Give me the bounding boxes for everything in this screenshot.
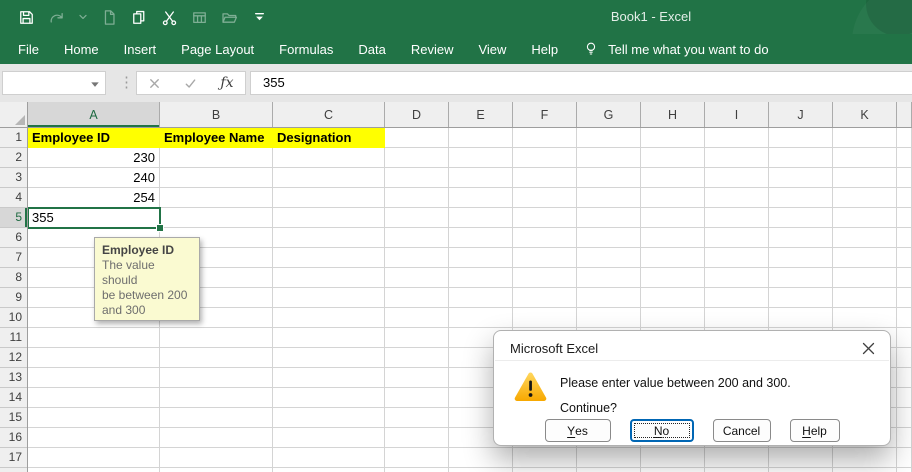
- tell-me-box[interactable]: Tell me what you want to do: [583, 41, 768, 57]
- redo-icon[interactable]: [48, 9, 65, 26]
- gridline: [896, 128, 897, 472]
- fill-handle[interactable]: [156, 224, 164, 232]
- tooltip-text: The value should be between 200 and 300: [102, 258, 192, 318]
- dialog-question: Continue?: [560, 401, 617, 415]
- row-header-13[interactable]: 13: [0, 368, 27, 388]
- row-header-9[interactable]: 9: [0, 288, 27, 308]
- column-header-I[interactable]: I: [705, 102, 769, 127]
- formula-input[interactable]: 355: [250, 71, 912, 95]
- tell-me-label: Tell me what you want to do: [608, 42, 768, 57]
- column-header-G[interactable]: G: [577, 102, 641, 127]
- cut-icon[interactable]: [161, 9, 178, 26]
- row-header-17[interactable]: 17: [0, 448, 27, 468]
- row-header-2[interactable]: 2: [0, 148, 27, 168]
- row-header-11[interactable]: 11: [0, 328, 27, 348]
- gridline: [448, 128, 449, 472]
- gridline: [272, 128, 273, 472]
- row-header-14[interactable]: 14: [0, 388, 27, 408]
- title-bar: Book1 - Excel: [0, 0, 912, 34]
- tooltip-title: Employee ID: [102, 243, 192, 257]
- row-header-7[interactable]: 7: [0, 248, 27, 268]
- message-dialog: Microsoft Excel Please enter value betwe…: [493, 330, 891, 446]
- column-headers: ABCDEFGHIJK: [28, 102, 912, 128]
- cancel-entry-icon[interactable]: [148, 77, 161, 90]
- enter-entry-icon[interactable]: [184, 77, 197, 90]
- cell-A1[interactable]: Employee ID: [28, 128, 160, 148]
- name-box-dropdown-icon[interactable]: [90, 81, 100, 88]
- active-cell-A5[interactable]: 355: [28, 207, 161, 229]
- column-header-E[interactable]: E: [449, 102, 513, 127]
- dialog-message: Please enter value between 200 and 300.: [560, 376, 791, 390]
- row-header-15[interactable]: 15: [0, 408, 27, 428]
- cell-A2[interactable]: 230: [28, 148, 160, 168]
- paste-table-icon[interactable]: [191, 9, 208, 26]
- row-header-3[interactable]: 3: [0, 168, 27, 188]
- insert-function-icon[interactable]: ƒx: [220, 76, 233, 90]
- tab-insert[interactable]: Insert: [124, 42, 157, 57]
- ribbon-tab-bar: File Home Insert Page Layout Formulas Data Rev…: [0, 34, 912, 64]
- cancel-button[interactable]: Cancel: [713, 419, 771, 442]
- yes-button[interactable]: Yes: [545, 419, 611, 442]
- tab-review[interactable]: Review: [411, 42, 454, 57]
- tab-view[interactable]: View: [478, 42, 506, 57]
- row-header-6[interactable]: 6: [0, 228, 27, 248]
- column-header-B[interactable]: B: [160, 102, 273, 127]
- lightbulb-icon: [583, 41, 599, 57]
- cell-A3[interactable]: 240: [28, 168, 160, 188]
- column-header-D[interactable]: D: [385, 102, 449, 127]
- cell-B1[interactable]: Employee Name: [160, 128, 273, 148]
- help-button[interactable]: Help: [790, 419, 840, 442]
- column-header-A[interactable]: A: [28, 102, 160, 127]
- window-title: Book1 - Excel: [556, 0, 746, 34]
- dialog-title-separator: [495, 360, 889, 361]
- row-header-12[interactable]: 12: [0, 348, 27, 368]
- dialog-title: Microsoft Excel: [510, 341, 598, 356]
- formula-icon-group: ƒx: [136, 71, 246, 95]
- name-box[interactable]: [2, 71, 106, 95]
- column-header-partial[interactable]: [897, 102, 912, 127]
- row-header-5[interactable]: 5: [0, 208, 27, 228]
- dialog-close-icon[interactable]: [862, 342, 875, 355]
- gridline: [384, 128, 385, 472]
- quick-access-toolbar: [18, 0, 268, 34]
- tab-help[interactable]: Help: [531, 42, 558, 57]
- copy-icon[interactable]: [131, 9, 148, 26]
- row-headers: 1234567891011121314151617: [0, 128, 28, 472]
- warning-icon: [513, 371, 548, 404]
- select-all-corner[interactable]: [0, 102, 28, 128]
- column-header-H[interactable]: H: [641, 102, 705, 127]
- column-header-J[interactable]: J: [769, 102, 833, 127]
- row-header-16[interactable]: 16: [0, 428, 27, 448]
- row-header-8[interactable]: 8: [0, 268, 27, 288]
- tab-file[interactable]: File: [18, 42, 39, 57]
- tab-home[interactable]: Home: [64, 42, 99, 57]
- column-header-K[interactable]: K: [833, 102, 897, 127]
- column-header-C[interactable]: C: [273, 102, 385, 127]
- no-button[interactable]: No: [630, 419, 694, 442]
- redo-dropdown-icon[interactable]: [78, 12, 88, 22]
- dialog-buttons: Yes No Cancel Help: [494, 419, 890, 442]
- save-icon[interactable]: [18, 9, 35, 26]
- formula-bar-separator: ⋮: [119, 73, 134, 91]
- open-folder-icon[interactable]: [221, 9, 238, 26]
- customize-qat-icon[interactable]: [251, 9, 268, 26]
- column-header-F[interactable]: F: [513, 102, 577, 127]
- new-file-icon[interactable]: [101, 9, 118, 26]
- cell-C1[interactable]: Designation: [273, 128, 385, 148]
- tab-page-layout[interactable]: Page Layout: [181, 42, 254, 57]
- tab-formulas[interactable]: Formulas: [279, 42, 333, 57]
- select-all-triangle-icon: [15, 115, 25, 125]
- row-header-1[interactable]: 1: [0, 128, 27, 148]
- formula-bar: ⋮ ƒx 355: [0, 64, 912, 102]
- cell-A4[interactable]: 254: [28, 188, 160, 208]
- row-header-4[interactable]: 4: [0, 188, 27, 208]
- tab-data[interactable]: Data: [358, 42, 385, 57]
- data-validation-tooltip: Employee ID The value should be between …: [94, 237, 200, 321]
- row-header-10[interactable]: 10: [0, 308, 27, 328]
